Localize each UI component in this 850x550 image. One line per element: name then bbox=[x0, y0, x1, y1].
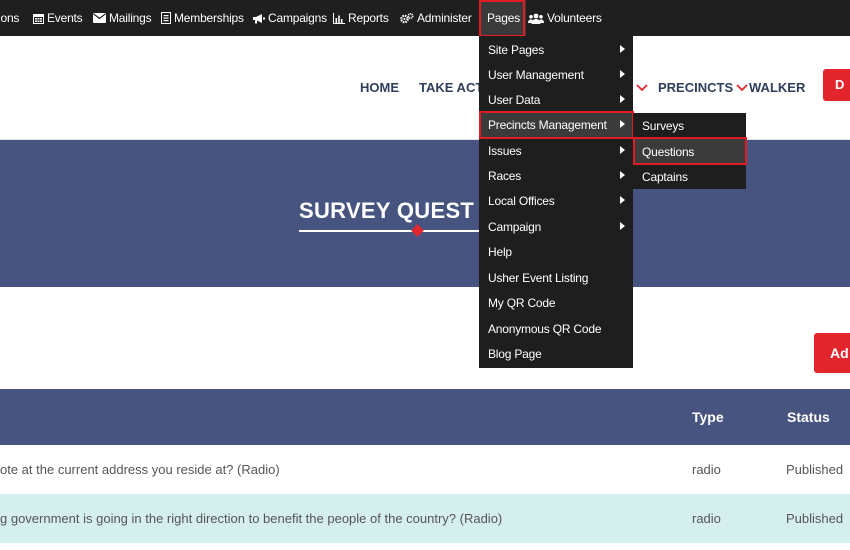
question-cell: ote at the current address you reside at… bbox=[0, 462, 280, 477]
caret-right-icon bbox=[620, 95, 625, 103]
nav-home-label: HOME bbox=[360, 79, 399, 95]
caret-right-icon bbox=[620, 120, 625, 128]
caret-right-icon bbox=[620, 45, 625, 53]
chart-icon bbox=[333, 12, 345, 24]
admin-item-memberships[interactable]: Memberships bbox=[161, 0, 244, 36]
admin-item-memberships-label: Memberships bbox=[174, 11, 244, 25]
admin-item-administer-label: Administer bbox=[417, 11, 472, 25]
column-header-status[interactable]: Status bbox=[787, 409, 830, 425]
admin-item-campaigns-label: Campaigns bbox=[268, 11, 327, 25]
nav-walker-label: WALKER bbox=[749, 79, 806, 95]
nav-precincts-caret[interactable] bbox=[636, 78, 648, 96]
menu-item-user-data[interactable]: User Data bbox=[479, 87, 633, 112]
admin-item-reports[interactable]: Reports bbox=[333, 0, 389, 36]
menu-item-user-management[interactable]: User Management bbox=[479, 62, 633, 87]
title-underline bbox=[299, 230, 499, 232]
donate-button-label: D bbox=[835, 77, 845, 92]
type-cell: radio bbox=[692, 511, 721, 526]
nav-walker[interactable]: WALKER bbox=[749, 78, 805, 96]
gears-icon bbox=[400, 12, 414, 24]
caret-right-icon bbox=[620, 146, 625, 154]
page-title: SURVEY QUEST bbox=[299, 198, 475, 223]
chevron-down-icon bbox=[636, 80, 648, 95]
menu-item-label: Help bbox=[488, 244, 512, 259]
add-question-button-label: Ad bbox=[830, 345, 849, 361]
admin-item-volunteers-label: Volunteers bbox=[547, 11, 602, 25]
caret-right-icon bbox=[620, 222, 625, 230]
admin-item-administer[interactable]: Administer bbox=[400, 0, 472, 36]
precincts-submenu: Surveys Questions Captains bbox=[633, 113, 746, 189]
menu-item-my-qr-code[interactable]: My QR Code bbox=[479, 290, 633, 315]
menu-item-local-offices[interactable]: Local Offices bbox=[479, 188, 633, 213]
question-cell: g government is going in the right direc… bbox=[0, 511, 503, 526]
admin-item-events-label: Events bbox=[47, 11, 83, 25]
caret-right-icon bbox=[620, 196, 625, 204]
pages-dropdown-menu: Site Pages User Management User Data Pre… bbox=[479, 36, 633, 368]
menu-item-label: Usher Event Listing bbox=[488, 270, 589, 285]
admin-item-campaigns[interactable]: Campaigns bbox=[252, 0, 327, 36]
admin-item-ions[interactable]: ions bbox=[0, 0, 19, 36]
menu-item-label: Precincts Management bbox=[488, 117, 607, 132]
menu-item-label: Surveys bbox=[642, 118, 684, 133]
menu-item-label: Campaign bbox=[488, 219, 542, 234]
menu-item-site-pages[interactable]: Site Pages bbox=[479, 37, 633, 62]
menu-item-blog-page[interactable]: Blog Page bbox=[479, 341, 633, 366]
menu-item-campaign[interactable]: Campaign bbox=[479, 214, 633, 239]
caret-right-icon bbox=[620, 171, 625, 179]
menu-item-anonymous-qr-code[interactable]: Anonymous QR Code bbox=[479, 316, 633, 341]
envelope-icon bbox=[93, 13, 106, 23]
id-card-icon bbox=[161, 12, 171, 24]
status-cell: Published bbox=[786, 462, 844, 477]
admin-item-pages[interactable]: Pages bbox=[481, 0, 527, 36]
admin-item-volunteers[interactable]: Volunteers bbox=[528, 0, 602, 36]
submenu-item-surveys[interactable]: Surveys bbox=[633, 113, 746, 138]
menu-item-label: Anonymous QR Code bbox=[488, 321, 602, 336]
admin-item-events[interactable]: Events bbox=[33, 0, 83, 36]
menu-item-label: Questions bbox=[642, 144, 695, 159]
menu-item-label: My QR Code bbox=[488, 295, 556, 310]
donate-button[interactable]: D bbox=[823, 69, 850, 101]
menu-item-label: Races bbox=[488, 168, 522, 183]
nav-precincts-label: PRECINCTS bbox=[658, 79, 734, 95]
menu-item-label: User Data bbox=[488, 92, 541, 107]
admin-item-ions-label: ions bbox=[0, 11, 20, 25]
nav-take-action[interactable]: TAKE ACTI bbox=[419, 78, 487, 96]
type-cell: radio bbox=[692, 462, 721, 477]
admin-item-reports-label: Reports bbox=[348, 11, 389, 25]
table-row[interactable]: g government is going in the right direc… bbox=[0, 494, 850, 543]
submenu-item-questions[interactable]: Questions bbox=[633, 139, 746, 164]
add-question-button[interactable]: Ad bbox=[814, 333, 850, 373]
nav-home[interactable]: HOME bbox=[360, 78, 399, 96]
status-cell: Published bbox=[786, 511, 844, 526]
nav-take-action-label: TAKE ACTI bbox=[419, 79, 487, 95]
menu-item-precincts-management[interactable]: Precincts Management bbox=[479, 112, 633, 137]
menu-item-issues[interactable]: Issues bbox=[479, 138, 633, 163]
caret-right-icon bbox=[620, 70, 625, 78]
menu-item-label: Captains bbox=[642, 169, 688, 184]
menu-item-label: Site Pages bbox=[488, 42, 545, 57]
admin-item-pages-label: Pages bbox=[487, 11, 521, 25]
column-header-type[interactable]: Type bbox=[692, 409, 724, 425]
table-row[interactable]: ote at the current address you reside at… bbox=[0, 445, 850, 494]
chevron-down-icon bbox=[736, 80, 748, 95]
nav-precincts[interactable]: PRECINCTS bbox=[658, 78, 748, 96]
menu-item-label: Local Offices bbox=[488, 193, 555, 208]
calendar-icon bbox=[33, 13, 44, 24]
menu-item-label: Blog Page bbox=[488, 346, 542, 361]
admin-toolbar: ions Events Mailings Memberships Campaig… bbox=[0, 0, 850, 36]
menu-item-races[interactable]: Races bbox=[479, 163, 633, 188]
menu-item-usher-event-listing[interactable]: Usher Event Listing bbox=[479, 265, 633, 290]
users-icon bbox=[528, 13, 544, 24]
menu-item-label: Issues bbox=[488, 143, 522, 158]
admin-item-mailings[interactable]: Mailings bbox=[93, 0, 152, 36]
megaphone-icon bbox=[252, 13, 265, 24]
menu-item-help[interactable]: Help bbox=[479, 239, 633, 264]
menu-item-label: User Management bbox=[488, 67, 584, 82]
admin-item-mailings-label: Mailings bbox=[109, 11, 152, 25]
submenu-item-captains[interactable]: Captains bbox=[633, 164, 746, 189]
